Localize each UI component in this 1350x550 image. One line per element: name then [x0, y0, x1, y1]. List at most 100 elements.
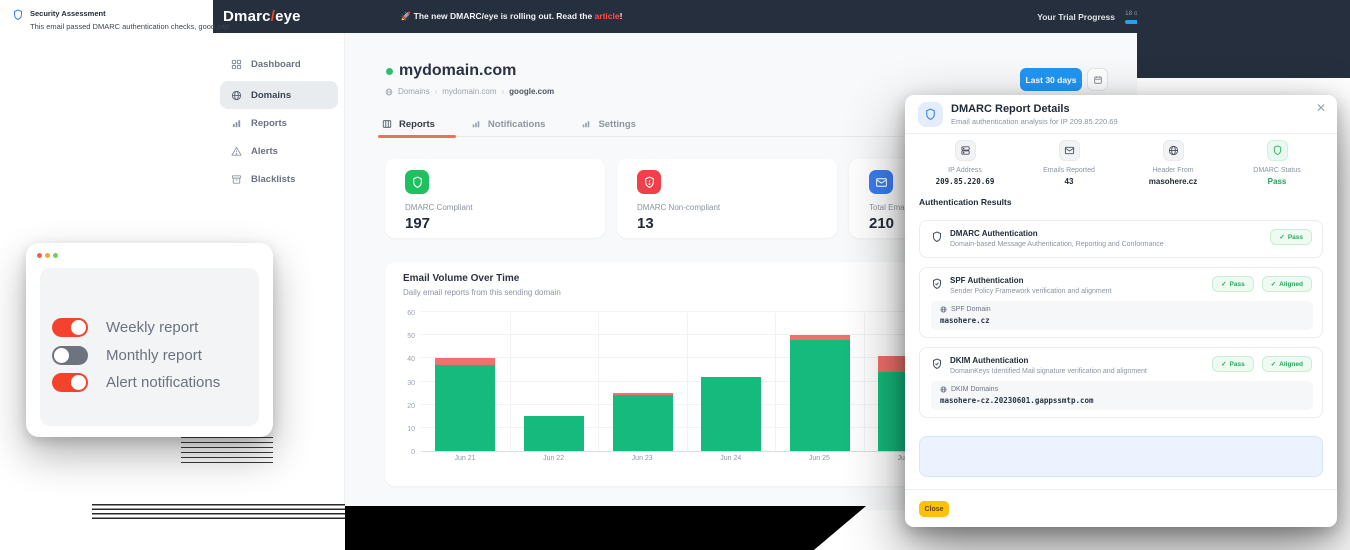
bar-chart-icon [581, 119, 591, 129]
y-tick-label: 50 [407, 333, 415, 340]
stacked-pages-artifact [181, 437, 273, 463]
modal-stat-label: Emails Reported [1043, 167, 1095, 174]
columns-icon [382, 119, 392, 129]
modal-stat-dmarc-status: DMARC Status Pass [1225, 140, 1329, 188]
shield-icon [1267, 140, 1288, 161]
close-button[interactable]: Close [919, 501, 949, 517]
tab-notifications[interactable]: Notifications [467, 112, 550, 136]
modal-stat-value: masohere.cz [1149, 177, 1197, 186]
stat-value: 13 [637, 215, 817, 232]
close-icon[interactable]: ✕ [1314, 101, 1328, 115]
announcement-article-link[interactable]: article [595, 11, 620, 21]
date-range-button[interactable]: Last 30 days [1020, 68, 1082, 91]
x-tick-label: Jun 24 [687, 455, 775, 462]
announcement-banner: 🚀 The new DMARC/eye is rolling out. Read… [401, 11, 623, 22]
globe-icon [940, 306, 947, 313]
modal-stat-emails: Emails Reported 43 [1017, 140, 1121, 188]
bar-segment-noncompliant [435, 358, 495, 365]
weekly-report-toggle[interactable] [52, 318, 88, 337]
shield-alert-icon [637, 170, 661, 194]
sidebar-item-blacklists[interactable]: Blacklists [220, 165, 338, 193]
window-minimize-dot[interactable] [45, 253, 50, 258]
tab-label: Reports [399, 119, 435, 130]
toggle-knob [54, 348, 69, 363]
tab-settings[interactable]: Settings [577, 112, 639, 136]
mail-icon [1059, 140, 1080, 161]
check-icon [1271, 280, 1276, 288]
shield-icon [918, 102, 943, 127]
modal-stat-value: 43 [1065, 177, 1074, 186]
bar-segment-compliant [435, 365, 495, 451]
toggle-panel: Weekly report Monthly report Alert notif… [40, 268, 259, 426]
pass-badge: Pass [1212, 356, 1254, 372]
security-assessment-box [919, 436, 1323, 477]
app-logo: Dmarc/eye [223, 8, 301, 25]
trial-progress-label: Your Trial Progress [1037, 12, 1115, 22]
modal-title: DMARC Report Details [951, 103, 1070, 115]
tab-reports[interactable]: Reports [378, 112, 439, 136]
check-icon [1221, 360, 1226, 368]
calendar-button[interactable] [1087, 68, 1108, 91]
bottom-black-band [345, 506, 866, 550]
modal-stat-label: DMARC Status [1253, 167, 1300, 174]
chart-bar[interactable] [613, 393, 673, 451]
modal-stat-value: Pass [1268, 177, 1287, 186]
stat-card-compliant: DMARC Compliant 197 [385, 159, 605, 238]
modal-stat-label: IP Address [948, 167, 982, 174]
alert-notifications-toggle[interactable] [52, 373, 88, 392]
check-icon [1271, 360, 1276, 368]
globe-icon [231, 90, 242, 101]
modal-divider [905, 133, 1337, 134]
toggle-knob [71, 320, 86, 335]
shield-icon [12, 9, 24, 21]
stat-card-noncompliant: DMARC Non-compliant 13 [617, 159, 837, 238]
shield-icon [931, 231, 943, 243]
bar-segment-compliant [613, 395, 673, 451]
chart-yaxis: 0102030405060 [393, 313, 415, 452]
chart-bar[interactable] [435, 358, 495, 451]
stat-value: 197 [405, 215, 585, 232]
sidebar-item-reports[interactable]: Reports [220, 109, 338, 137]
breadcrumb-mydomain[interactable]: mydomain.com [442, 87, 496, 96]
monthly-report-toggle[interactable] [52, 346, 88, 365]
modal-stat-value: 209.85.220.69 [936, 177, 995, 186]
archive-icon [231, 174, 242, 185]
x-tick-label: Jun 21 [421, 455, 509, 462]
header-right-dark-block [1137, 0, 1350, 78]
sidebar-item-label: Blacklists [251, 174, 295, 185]
inner-label: DKIM Domains [940, 386, 1304, 393]
sidebar-item-label: Dashboard [251, 59, 301, 70]
tab-label: Notifications [488, 119, 546, 130]
tab-label: Settings [598, 119, 635, 130]
sidebar-item-dashboard[interactable]: Dashboard [220, 50, 338, 78]
sidebar-item-alerts[interactable]: Alerts [220, 137, 338, 165]
window-close-dot[interactable] [37, 253, 42, 258]
toggle-row-alerts: Alert notifications [52, 372, 220, 392]
modal-stat-ip: IP Address 209.85.220.69 [913, 140, 1017, 188]
calendar-icon [1093, 75, 1103, 85]
mail-icon [869, 170, 893, 194]
chart-title: Email Volume Over Time [403, 273, 519, 284]
modal-subtitle: Email authentication analysis for IP 209… [951, 117, 1118, 126]
stat-label: DMARC Compliant [405, 203, 585, 212]
stat-label: DMARC Non-compliant [637, 203, 817, 212]
globe-icon [1163, 140, 1184, 161]
domain-status-dot [386, 68, 393, 75]
auth-results-heading: Authentication Results [919, 197, 1012, 207]
y-tick-label: 0 [411, 449, 415, 456]
bar-segment-compliant [701, 377, 761, 451]
breadcrumb-domains[interactable]: Domains [398, 87, 430, 96]
chart-bar[interactable] [701, 377, 761, 451]
bar-chart-icon [231, 118, 242, 129]
inner-label: SPF Domain [940, 306, 1304, 313]
toggle-label: Weekly report [106, 319, 198, 336]
chart-bar[interactable] [790, 335, 850, 451]
inner-value: masohere-cz.20230601.gappssmtp.com [940, 396, 1304, 405]
sidebar-item-domains[interactable]: Domains [220, 81, 338, 109]
grid-icon [231, 59, 242, 70]
sidebar-item-label: Reports [251, 118, 287, 129]
window-maximize-dot[interactable] [53, 253, 58, 258]
chart-bar[interactable] [524, 416, 584, 451]
pass-badge: Pass [1270, 229, 1312, 245]
toggle-label: Monthly report [106, 347, 202, 364]
